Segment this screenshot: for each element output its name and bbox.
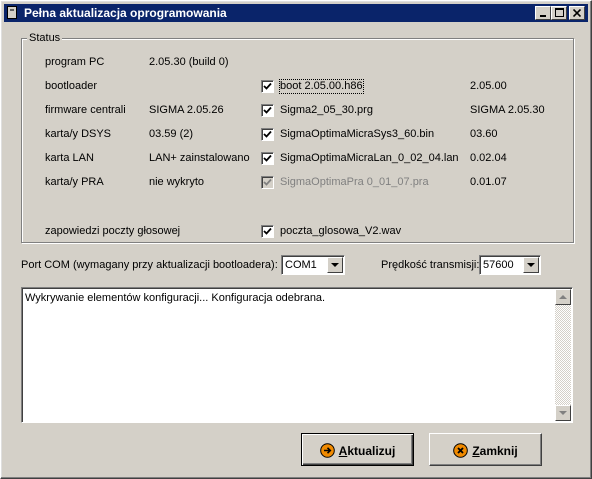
row-current-version: 03.59 (2) bbox=[149, 128, 194, 140]
check-icon bbox=[263, 106, 272, 114]
maximize-icon bbox=[554, 8, 564, 17]
check-icon bbox=[263, 130, 272, 138]
voice-file: poczta_glosowa_V2.wav bbox=[280, 225, 402, 237]
row-checkbox[interactable] bbox=[261, 104, 274, 117]
row-new-version: 03.60 bbox=[470, 128, 498, 140]
row-name: karta LAN bbox=[45, 152, 94, 164]
speed-dropdown-button[interactable] bbox=[523, 257, 539, 273]
log-text: Wykrywanie elementów konfiguracji... Kon… bbox=[25, 292, 326, 304]
close-window-button[interactable] bbox=[569, 6, 585, 20]
status-group-label: Status bbox=[27, 32, 63, 45]
scroll-down-button[interactable] bbox=[555, 405, 571, 421]
close-accel: Z bbox=[472, 444, 480, 458]
row-new-version: SIGMA 2.05.30 bbox=[470, 104, 545, 116]
app-icon bbox=[7, 6, 17, 19]
row-name: karta/y PRA bbox=[45, 176, 104, 188]
chevron-up-icon bbox=[559, 295, 567, 299]
row-file-name: SigmaOptimaMicraSys3_60.bin bbox=[280, 128, 435, 140]
chevron-down-icon bbox=[527, 263, 535, 267]
window-title: Pełna aktualizacja oprogramowania bbox=[24, 6, 227, 20]
port-dropdown-button[interactable] bbox=[327, 257, 343, 273]
row-file-name: SigmaOptimaMicraLan_0_02_04.lan bbox=[280, 152, 459, 164]
speed-select[interactable]: 57600 bbox=[479, 255, 541, 275]
chevron-down-icon bbox=[559, 411, 567, 415]
row-checkbox[interactable] bbox=[261, 152, 274, 165]
title-bar[interactable]: Pełna aktualizacja oprogramowania bbox=[4, 4, 588, 22]
row-name: karta/y DSYS bbox=[45, 128, 112, 140]
port-select[interactable]: COM1 bbox=[281, 255, 345, 275]
row-checkbox bbox=[261, 176, 274, 189]
check-icon bbox=[263, 154, 272, 162]
check-icon bbox=[263, 178, 272, 186]
row-new-version: 0.02.04 bbox=[470, 152, 507, 164]
row-name: bootloader bbox=[45, 80, 97, 92]
port-label: Port COM (wymagany przy aktualizacji boo… bbox=[21, 259, 278, 271]
minimize-icon bbox=[540, 15, 546, 17]
row-file-name: Sigma2_05_30.prg bbox=[280, 104, 373, 116]
update-button[interactable]: Aktualizuj bbox=[301, 433, 414, 466]
log-textarea[interactable]: Wykrywanie elementów konfiguracji... Kon… bbox=[21, 287, 573, 423]
check-icon bbox=[263, 82, 272, 90]
row-current-version: 2.05.30 (build 0) bbox=[149, 56, 229, 68]
chevron-down-icon bbox=[331, 263, 339, 267]
close-button[interactable]: Zamknij bbox=[429, 433, 542, 466]
row-name: program PC bbox=[45, 56, 105, 68]
row-file-name: boot 2.05.00.h86 bbox=[279, 79, 364, 94]
row-current-version: SIGMA 2.05.26 bbox=[149, 104, 224, 116]
row-file-name: SigmaOptimaPra 0_01_07.pra bbox=[280, 176, 429, 188]
voice-name: zapowiedzi poczty głosowej bbox=[45, 225, 181, 237]
check-icon bbox=[263, 227, 272, 235]
voice-checkbox[interactable] bbox=[261, 225, 274, 238]
row-checkbox[interactable] bbox=[261, 80, 274, 93]
close-icon bbox=[572, 8, 582, 18]
row-checkbox[interactable] bbox=[261, 128, 274, 141]
minimize-button[interactable] bbox=[535, 6, 551, 20]
arrow-right-circle-icon bbox=[319, 443, 335, 458]
row-new-version: 2.05.00 bbox=[470, 80, 507, 92]
maximize-button[interactable] bbox=[551, 6, 567, 20]
row-current-version: nie wykryto bbox=[149, 176, 205, 188]
row-current-version: LAN+ zainstalowano bbox=[149, 152, 250, 164]
dialog-window: Pełna aktualizacja oprogramowania Status… bbox=[0, 0, 592, 479]
port-value: COM1 bbox=[285, 259, 317, 271]
update-label: ktualizuj bbox=[347, 444, 396, 458]
speed-value: 57600 bbox=[483, 259, 514, 271]
x-circle-icon bbox=[453, 443, 469, 458]
scroll-up-button[interactable] bbox=[555, 289, 571, 305]
row-new-version: 0.01.07 bbox=[470, 176, 507, 188]
close-label: amknij bbox=[479, 444, 518, 458]
speed-label: Prędkość transmisji: bbox=[381, 259, 480, 271]
row-name: firmware centrali bbox=[45, 104, 126, 116]
log-scrollbar[interactable] bbox=[555, 289, 571, 421]
